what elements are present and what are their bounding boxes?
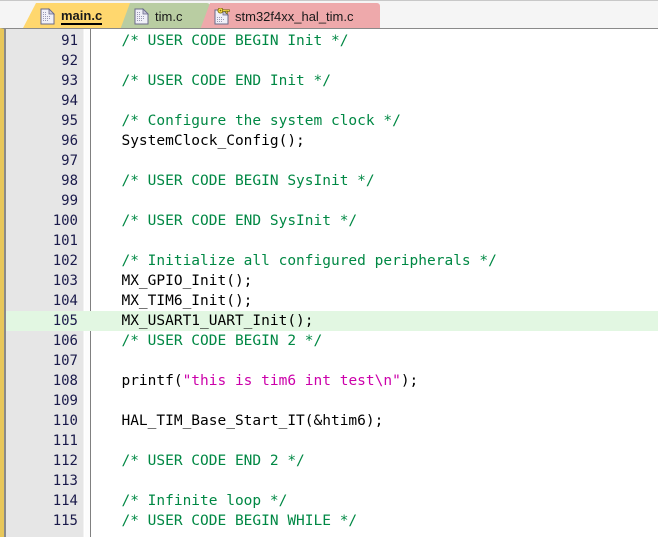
code-text: /* Infinite loop */ xyxy=(104,491,287,511)
tab-stm32f4xx-hal-tim-c[interactable]: stm32f4xx_hal_tim.c xyxy=(200,3,380,29)
code-text: /* USER CODE END SysInit */ xyxy=(104,211,357,231)
token-cmt: /* USER CODE BEGIN Init */ xyxy=(104,33,349,49)
line-number: 105 xyxy=(52,313,78,329)
token-cmt: /* USER CODE END SysInit */ xyxy=(104,213,358,229)
code-line[interactable]: 99 xyxy=(6,191,658,211)
code-text: /* USER CODE BEGIN Init */ xyxy=(104,31,348,51)
code-line[interactable]: 95 /* Configure the system clock */ xyxy=(6,111,658,131)
token-cmt: /* Initialize all configured peripherals… xyxy=(104,253,497,269)
code-text: printf("this is tim6 int test\n"); xyxy=(104,371,418,391)
code-line[interactable]: 93 /* USER CODE END Init */ xyxy=(6,71,658,91)
token-cmt: /* USER CODE BEGIN 2 */ xyxy=(104,333,323,349)
token-cmt: /* Infinite loop */ xyxy=(104,493,288,509)
file-icon xyxy=(134,8,149,25)
file-icon xyxy=(40,8,55,25)
line-number: 96 xyxy=(61,133,78,149)
editor-frame: 91 /* USER CODE BEGIN Init */ 92 93 /* USE… xyxy=(0,28,658,537)
code-line[interactable]: 92 xyxy=(6,51,658,71)
token-cmt: /* Configure the system clock */ xyxy=(104,113,401,129)
code-line[interactable]: 103 MX_GPIO_Init(); xyxy=(6,271,658,291)
token-str: "this is tim6 int test\n" xyxy=(182,373,401,389)
line-number: 101 xyxy=(52,233,78,249)
code-line[interactable]: 104 MX_TIM6_Init(); xyxy=(6,291,658,311)
tab-tim-c[interactable]: tim.c xyxy=(120,3,210,29)
code-text: SystemClock_Config(); xyxy=(104,131,305,151)
line-number: 114 xyxy=(52,493,78,509)
code-line[interactable]: 109 xyxy=(6,391,658,411)
code-line[interactable]: 110 HAL_TIM_Base_Start_IT(&htim6); xyxy=(6,411,658,431)
line-number: 110 xyxy=(52,413,78,429)
code-line[interactable]: 98 /* USER CODE BEGIN SysInit */ xyxy=(6,171,658,191)
code-line[interactable]: 108 printf("this is tim6 int test\n"); xyxy=(6,371,658,391)
editor-tab-bar: main.c tim.c stm32f4xx_hal_tim.c xyxy=(0,0,658,29)
code-line[interactable]: 113 xyxy=(6,471,658,491)
token-plain: printf( xyxy=(104,373,183,389)
token-plain: MX_GPIO_Init(); xyxy=(104,273,253,289)
code-line[interactable]: 114 /* Infinite loop */ xyxy=(6,491,658,511)
line-number: 95 xyxy=(61,113,78,129)
code-text: /* USER CODE END 2 */ xyxy=(104,451,305,471)
line-number: 93 xyxy=(61,73,78,89)
code-text: /* USER CODE BEGIN WHILE */ xyxy=(104,511,357,531)
line-number: 102 xyxy=(52,253,78,269)
code-line[interactable]: 115 /* USER CODE BEGIN WHILE */ xyxy=(6,511,658,531)
code-text: MX_USART1_UART_Init(); xyxy=(104,311,314,331)
line-number: 94 xyxy=(61,93,78,109)
line-number: 92 xyxy=(61,53,78,69)
token-plain: HAL_TIM_Base_Start_IT(&htim6); xyxy=(104,413,384,429)
tab-label: tim.c xyxy=(155,9,183,24)
code-line[interactable]: 97 xyxy=(6,151,658,171)
tab-label: stm32f4xx_hal_tim.c xyxy=(235,9,354,24)
code-line[interactable]: 112 /* USER CODE END 2 */ xyxy=(6,451,658,471)
line-number: 104 xyxy=(52,293,78,309)
code-text: /* USER CODE BEGIN SysInit */ xyxy=(104,171,375,191)
file-locked-icon xyxy=(214,8,230,25)
line-number: 106 xyxy=(52,333,78,349)
tab-label: main.c xyxy=(61,7,103,25)
token-cmt: /* USER CODE END Init */ xyxy=(104,73,331,89)
line-number: 107 xyxy=(52,353,78,369)
token-cmt: /* USER CODE BEGIN WHILE */ xyxy=(104,513,358,529)
code-text: MX_GPIO_Init(); xyxy=(104,271,252,291)
token-plain: MX_USART1_UART_Init(); xyxy=(104,313,314,329)
code-text: /* Initialize all configured peripherals… xyxy=(104,251,497,271)
line-number: 99 xyxy=(61,193,78,209)
code-line[interactable]: 100 /* USER CODE END SysInit */ xyxy=(6,211,658,231)
token-plain: MX_TIM6_Init(); xyxy=(104,293,253,309)
line-number: 103 xyxy=(52,273,78,289)
line-number: 113 xyxy=(52,473,78,489)
code-line[interactable]: 106 /* USER CODE BEGIN 2 */ xyxy=(6,331,658,351)
token-plain: ); xyxy=(400,373,419,389)
code-line[interactable]: 101 xyxy=(6,231,658,251)
line-number: 112 xyxy=(52,453,78,469)
code-line[interactable]: 96 SystemClock_Config(); xyxy=(6,131,658,151)
line-number: 97 xyxy=(61,153,78,169)
line-number: 109 xyxy=(52,393,78,409)
code-line[interactable]: 111 xyxy=(6,431,658,451)
code-text: /* USER CODE END Init */ xyxy=(104,71,331,91)
tab-main-c[interactable]: main.c xyxy=(22,3,134,29)
code-text: HAL_TIM_Base_Start_IT(&htim6); xyxy=(104,411,383,431)
line-number: 115 xyxy=(52,513,78,529)
code-line[interactable]: 102 /* Initialize all configured periphe… xyxy=(6,251,658,271)
editor-frame-inner: 91 /* USER CODE BEGIN Init */ 92 93 /* USE… xyxy=(4,29,658,537)
code-line[interactable]: 91 /* USER CODE BEGIN Init */ xyxy=(6,31,658,51)
token-cmt: /* USER CODE BEGIN SysInit */ xyxy=(104,173,375,189)
token-cmt: /* USER CODE END 2 */ xyxy=(104,453,305,469)
token-plain: SystemClock_Config(); xyxy=(104,133,305,149)
line-number: 100 xyxy=(52,213,78,229)
code-line[interactable]: 107 xyxy=(6,351,658,371)
line-number: 111 xyxy=(52,433,78,449)
code-editor-window: main.c tim.c stm32f4xx_hal_tim.c 91 /* U… xyxy=(0,0,658,537)
code-line[interactable]: 94 xyxy=(6,91,658,111)
line-number: 108 xyxy=(52,373,78,389)
line-number: 91 xyxy=(61,33,78,49)
line-number: 98 xyxy=(61,173,78,189)
code-line[interactable]: 105 MX_USART1_UART_Init(); xyxy=(6,311,658,331)
code-lines: 91 /* USER CODE BEGIN Init */ 92 93 /* USE… xyxy=(6,31,658,531)
code-text: MX_TIM6_Init(); xyxy=(104,291,252,311)
code-editor[interactable]: 91 /* USER CODE BEGIN Init */ 92 93 /* USE… xyxy=(6,29,658,537)
code-text: /* Configure the system clock */ xyxy=(104,111,401,131)
code-text: /* USER CODE BEGIN 2 */ xyxy=(104,331,322,351)
